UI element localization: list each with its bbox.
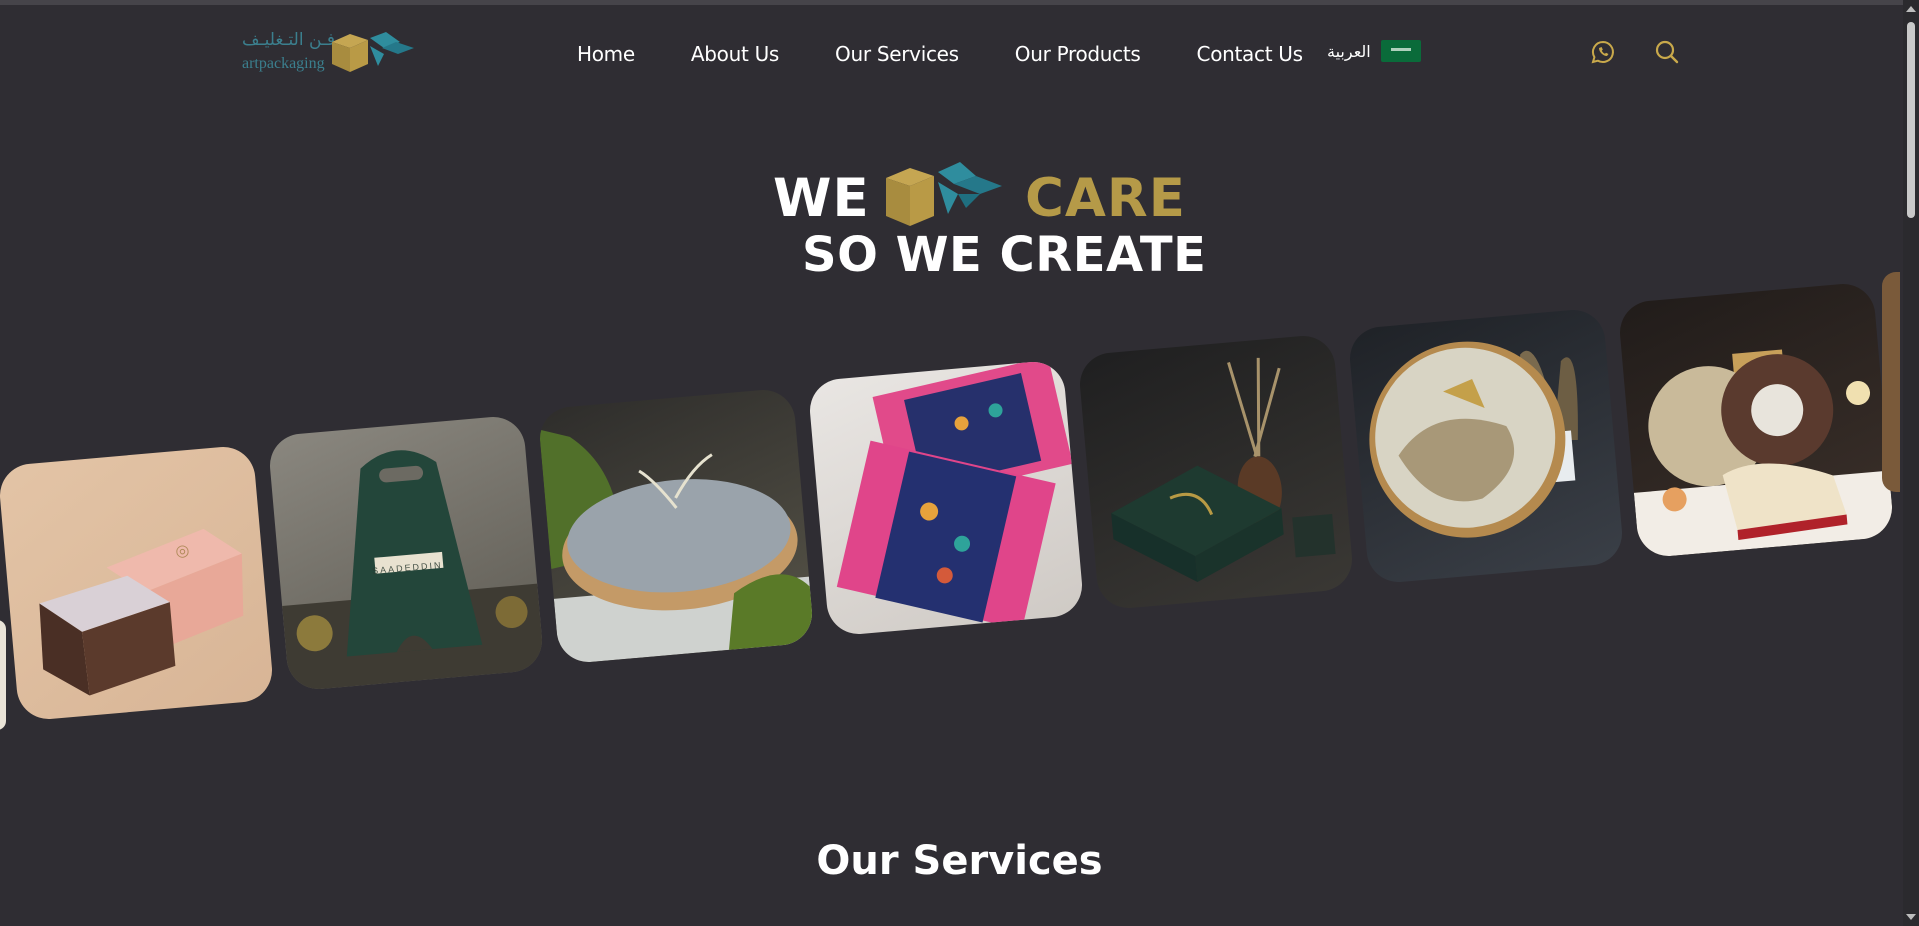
scroll-down-icon[interactable] [1906,914,1916,920]
nav-our-services[interactable]: Our Services [835,42,959,66]
floral-box-image [836,359,1073,630]
whatsapp-icon[interactable] [1589,38,1617,66]
nav-home[interactable]: Home [577,42,635,66]
dark-green-box-image [1111,357,1336,583]
hero-word-care: CARE [1025,168,1186,229]
hero-word-we: WE [773,168,870,229]
language-label: العربية [1327,41,1371,61]
logo-arabic-text: فـن التـغليـف [242,30,336,50]
hero-subtitle: SO WE CREATE [802,227,1207,283]
green-bag-image [282,450,545,692]
saudi-flag-icon [1380,40,1421,62]
nav-about-us[interactable]: About Us [691,42,779,66]
gallery-card-painted-tin[interactable] [1347,307,1625,585]
page-scrollbar[interactable] [1903,0,1919,926]
gallery-card-green-bag[interactable]: SAADEDDIN [267,414,545,692]
nav-our-products[interactable]: Our Products [1015,42,1141,66]
logo-mark-icon [332,32,414,72]
scroll-thumb[interactable] [1907,22,1915,218]
svg-text:◎: ◎ [175,542,190,560]
search-icon[interactable] [1653,38,1681,66]
gallery-card-dark-green-box[interactable] [1077,333,1355,611]
logo-english-text: artpackaging [242,55,325,72]
site-logo[interactable]: فـن التـغليـف artpackaging [242,28,417,80]
main-nav: Home About Us Our Services Our Products … [577,42,1359,66]
scroll-up-icon[interactable] [1906,6,1916,12]
embroidered-tray-image [1633,349,1895,559]
gallery-card-embroidered-tray[interactable] [1617,281,1895,559]
nav-contact-us[interactable]: Contact Us [1197,42,1304,66]
gallery-card-pink-brown-box[interactable]: ◎ [0,444,275,722]
round-tin-image [539,429,815,665]
language-switcher[interactable]: العربية [1327,40,1421,62]
section-title-our-services: Our Services [816,838,1103,884]
gallery-card-floral-box[interactable] [807,359,1085,637]
gallery-card-round-tin[interactable] [537,387,815,665]
gallery-edge-card-right [1882,272,1900,492]
painted-tin-image [1369,341,1578,538]
gallery-edge-card-left [0,620,6,730]
brown-box-image: ◎ [39,528,244,696]
top-border [0,0,1919,5]
hero-logo-mark-icon [886,162,1002,226]
